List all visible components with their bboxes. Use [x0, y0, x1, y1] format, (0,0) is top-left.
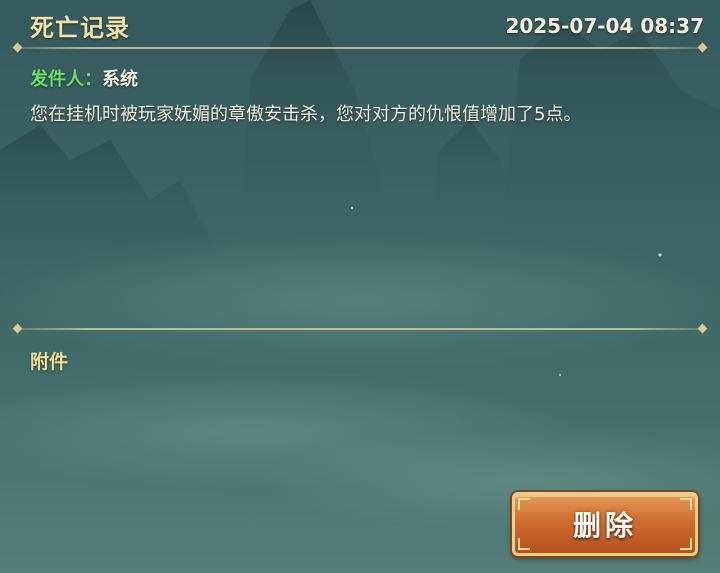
button-corner-ornament	[680, 538, 692, 550]
attachments-label: 附件	[30, 351, 69, 373]
delete-button-label: 删除	[572, 509, 637, 542]
mail-timestamp: 2025-07-04 08:37	[505, 14, 704, 38]
mail-title: 死亡记录	[30, 14, 130, 42]
header-divider	[18, 47, 702, 49]
button-corner-ornament	[518, 538, 530, 550]
mail-body: 您在挂机时被玩家妩媚的章傲安击杀，您对对方的仇恨值增加了5点。	[30, 104, 582, 125]
button-corner-ornament	[680, 498, 692, 510]
sender-line: 发件人：系统	[30, 65, 138, 91]
button-corner-ornament	[518, 498, 530, 510]
attachment-divider	[18, 328, 702, 330]
delete-button[interactable]: 删除	[512, 492, 698, 556]
sender-name: 系统	[102, 69, 138, 90]
sender-label: 发件人：	[30, 69, 102, 90]
